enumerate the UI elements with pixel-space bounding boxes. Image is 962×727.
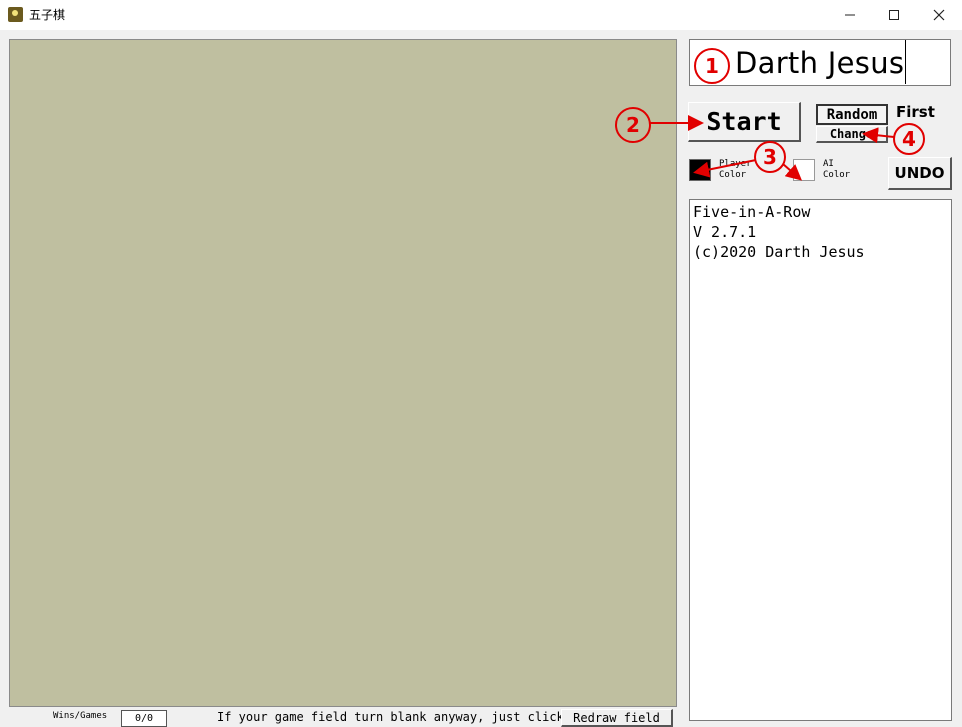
first-label: First xyxy=(896,103,935,121)
title-bar: 五子棋 xyxy=(0,0,962,30)
text-cursor xyxy=(905,40,906,84)
undo-button[interactable]: UNDO xyxy=(888,157,952,190)
close-icon xyxy=(933,9,945,21)
app-icon xyxy=(8,7,23,22)
ai-color-label-line1: AI xyxy=(823,159,834,169)
player-color-swatch[interactable] xyxy=(689,159,711,181)
close-button[interactable] xyxy=(916,0,962,30)
player-name-text: Darth Jesus xyxy=(735,46,905,80)
info-line-copyright: (c)2020 Darth Jesus xyxy=(693,243,865,261)
player-color-label-line1: Player xyxy=(719,159,752,169)
info-line-title: Five-in-A-Row xyxy=(693,203,811,221)
first-mover-display: Random xyxy=(816,104,888,125)
redraw-field-button[interactable]: Redraw field xyxy=(561,709,673,727)
maximize-button[interactable] xyxy=(871,0,917,30)
info-text-area[interactable]: Five-in-A-Row V 2.7.1 (c)2020 Darth Jesu… xyxy=(689,199,952,721)
player-color-label: Player Color xyxy=(719,159,752,181)
ai-color-label-line2: Color xyxy=(823,170,851,180)
ai-color-swatch[interactable] xyxy=(793,159,815,181)
game-board[interactable] xyxy=(9,39,677,707)
info-line-version: V 2.7.1 xyxy=(693,223,757,241)
player-color-label-line2: Color xyxy=(719,170,747,180)
minimize-icon xyxy=(845,14,855,16)
ai-color-label: AI Color xyxy=(823,159,850,181)
change-first-button[interactable]: Change xyxy=(816,126,888,143)
blank-field-hint: If your game field turn blank anyway, ju… xyxy=(217,710,564,724)
start-button[interactable]: Start xyxy=(688,102,801,142)
minimize-button[interactable] xyxy=(827,0,873,30)
maximize-icon xyxy=(889,10,899,20)
wins-games-value: 0/0 xyxy=(121,710,167,727)
wins-games-label: Wins/Games xyxy=(53,711,108,721)
window-title: 五子棋 xyxy=(29,8,66,22)
